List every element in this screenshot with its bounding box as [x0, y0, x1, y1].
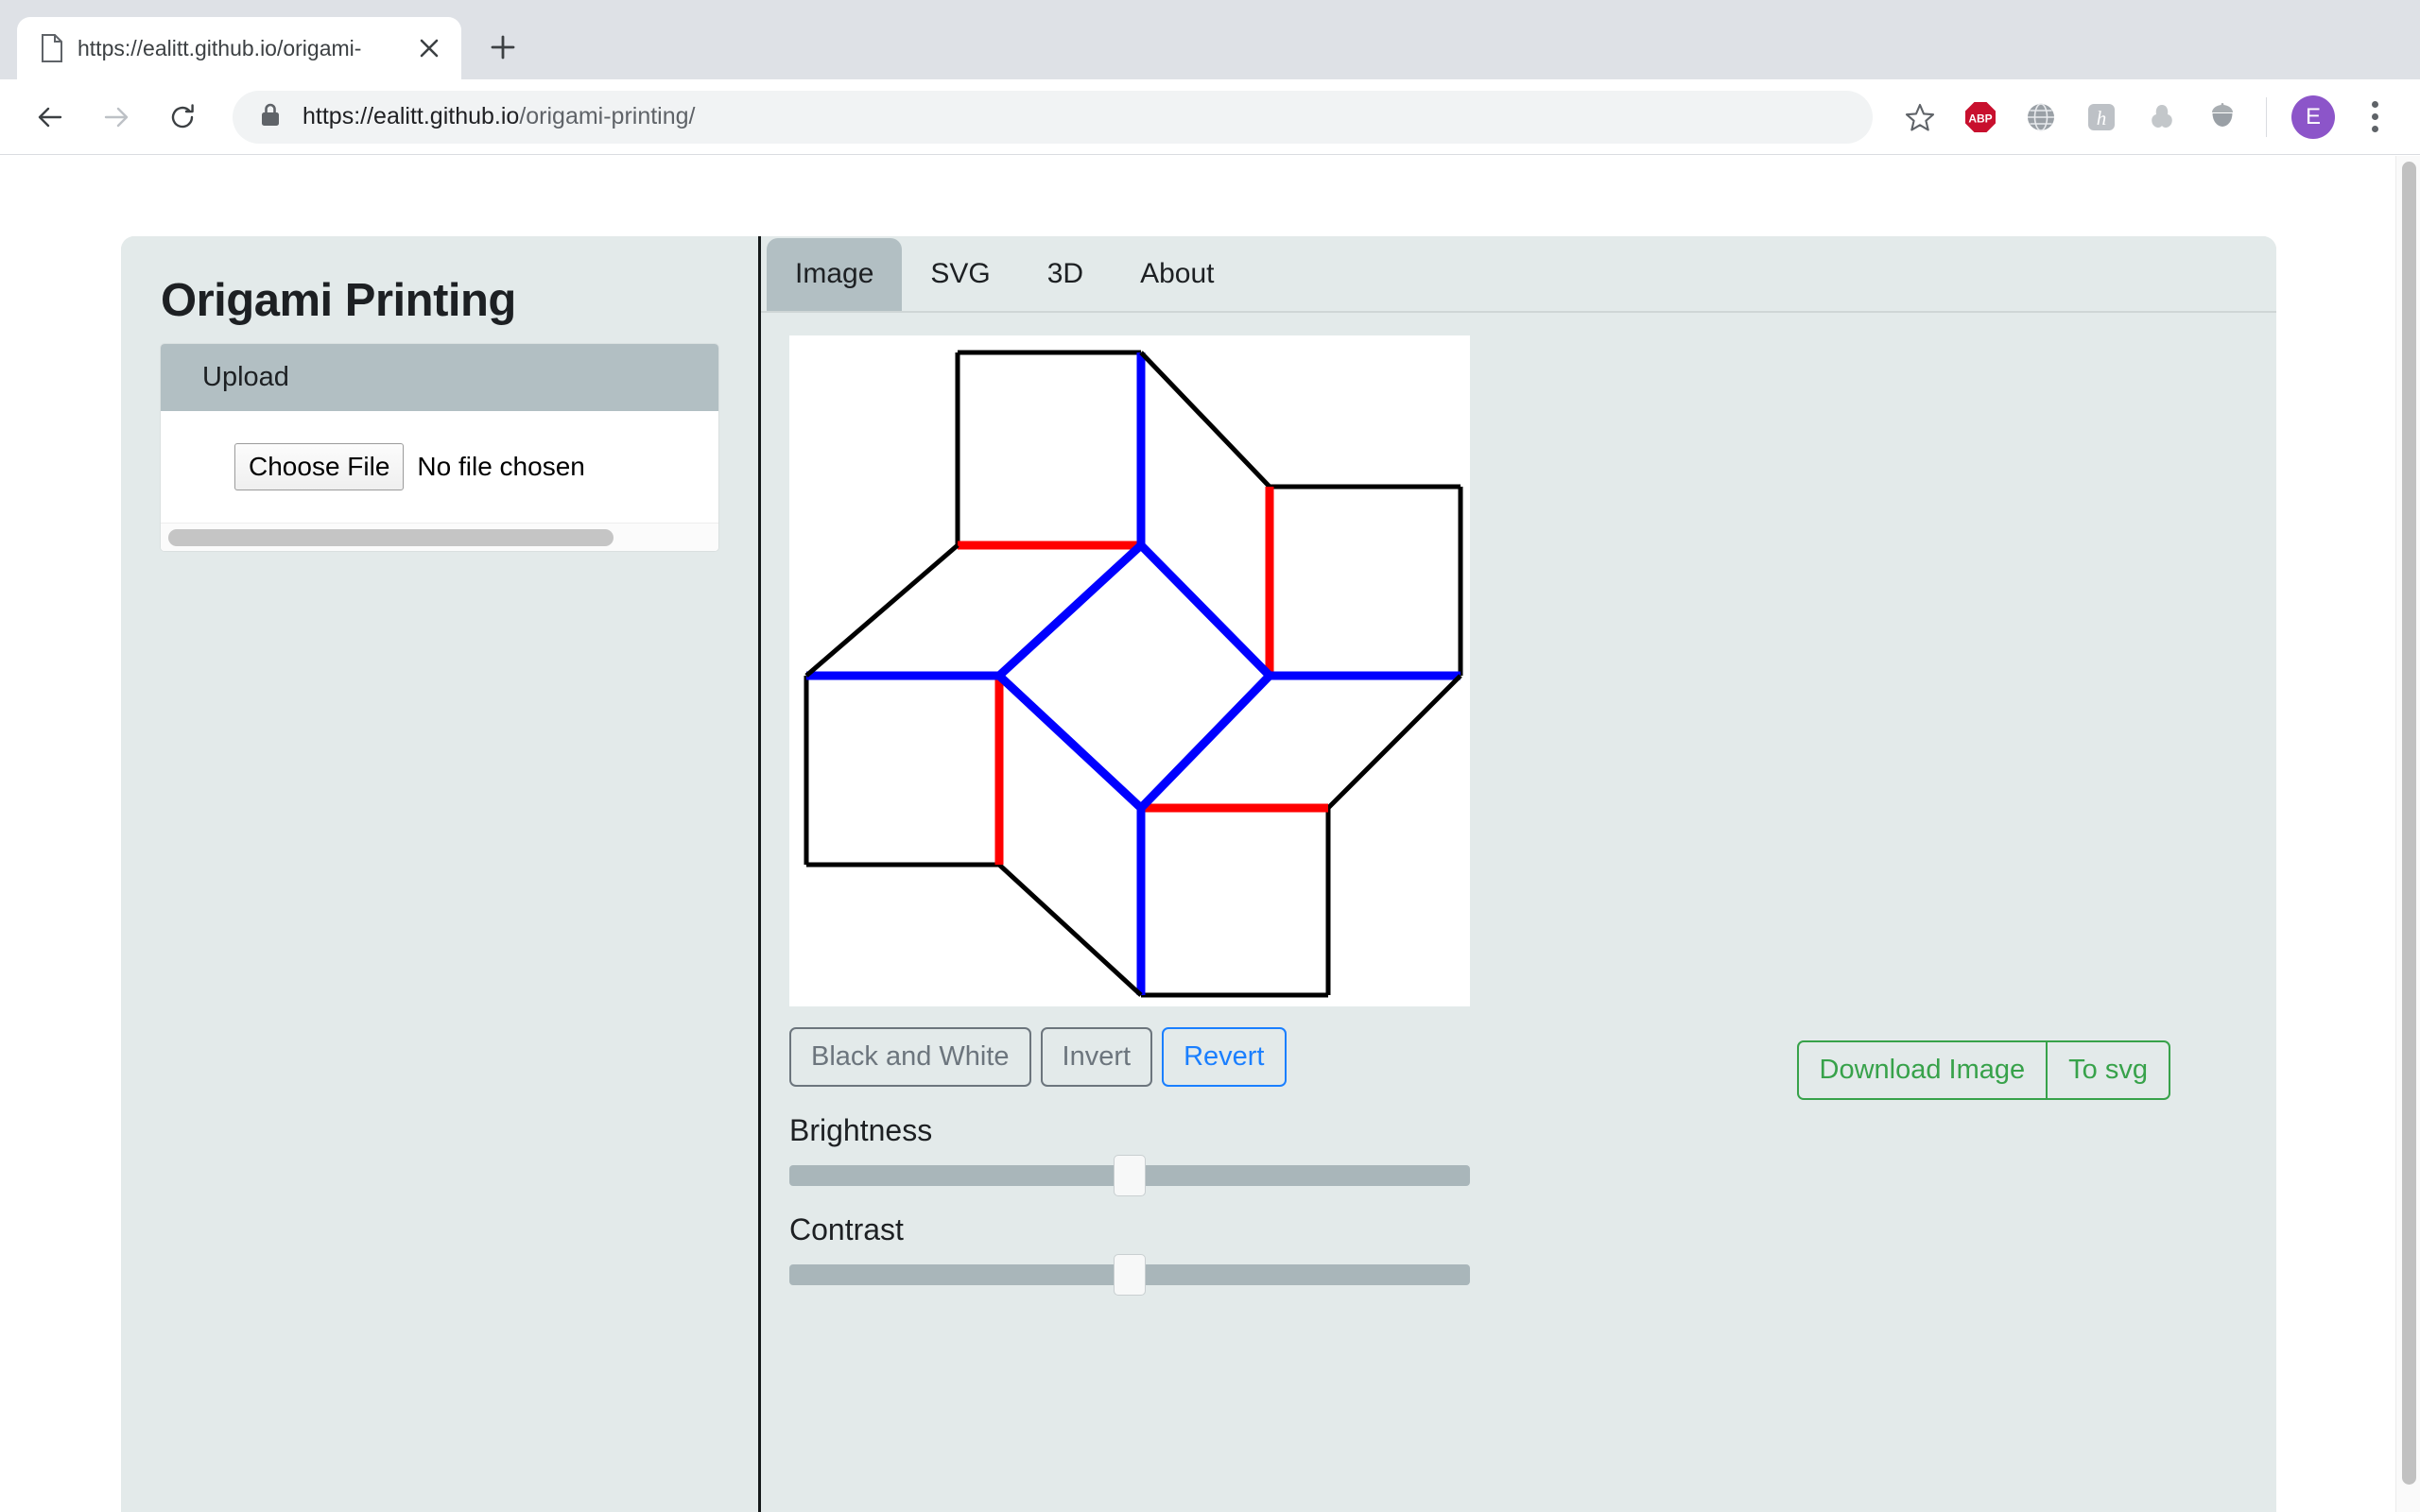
new-tab-button[interactable] — [476, 21, 529, 74]
close-icon[interactable] — [410, 29, 448, 67]
upload-card: Upload Choose File No file chosen — [161, 344, 718, 551]
brightness-label: Brightness — [789, 1113, 933, 1148]
tab-svg[interactable]: SVG — [902, 238, 1018, 311]
revert-button[interactable]: Revert — [1162, 1027, 1287, 1088]
dot — [2371, 126, 2378, 132]
file-input-row: Choose File No file chosen — [234, 443, 718, 490]
black-and-white-button[interactable]: Black and White — [789, 1027, 1031, 1088]
invert-button[interactable]: Invert — [1040, 1027, 1153, 1088]
download-button-group: Download Image To svg — [1796, 1040, 2170, 1101]
brightness-slider-thumb[interactable] — [1114, 1155, 1146, 1197]
svg-text:h: h — [2097, 107, 2107, 129]
lock-icon — [259, 101, 282, 132]
dot — [2371, 113, 2378, 120]
address-bar[interactable]: https://ealitt.github.io/origami-printin… — [233, 90, 1873, 144]
tab-title: https://ealitt.github.io/origami- — [78, 35, 362, 60]
crease-border — [997, 863, 1143, 997]
crease-pattern-svg — [804, 350, 1463, 998]
file-status-label: No file chosen — [417, 452, 585, 481]
crease-valley — [995, 672, 1145, 812]
reload-icon[interactable] — [153, 88, 212, 146]
browser-toolbar: https://ealitt.github.io/origami-printin… — [0, 79, 2420, 155]
contrast-slider[interactable] — [789, 1254, 1470, 1297]
grammarly-icon[interactable] — [2135, 91, 2188, 144]
acorn-icon[interactable] — [2196, 91, 2249, 144]
crease-valley — [1137, 672, 1273, 812]
page-viewport: Origami Printing Upload Choose File No f… — [0, 156, 2420, 1512]
globe-icon[interactable] — [2014, 91, 2067, 144]
crease-border — [1139, 351, 1271, 489]
tab-image[interactable]: Image — [767, 238, 903, 311]
page-scrollbar-thumb[interactable] — [2402, 162, 2416, 1485]
upload-card-body: Choose File No file chosen — [161, 411, 718, 523]
contrast-label: Contrast — [789, 1212, 904, 1247]
image-panel: Black and White Invert Revert Download I… — [761, 313, 2276, 1512]
crease-valley — [1137, 541, 1273, 679]
main-content: Image SVG 3D About Black and White Inver… — [761, 236, 2276, 1512]
scrollbar-thumb[interactable] — [168, 529, 614, 546]
toolbar-divider — [2266, 96, 2267, 137]
contrast-slider-thumb[interactable] — [1114, 1254, 1146, 1297]
crease-pattern-canvas[interactable] — [789, 335, 1470, 1006]
page-scrollbar[interactable] — [2395, 156, 2420, 1512]
dot — [2371, 101, 2378, 108]
svg-text:ABP: ABP — [1968, 112, 1992, 125]
tab-about[interactable]: About — [1112, 238, 1242, 311]
forward-icon[interactable] — [87, 88, 146, 146]
origami-app: Origami Printing Upload Choose File No f… — [121, 236, 2276, 1512]
brightness-slider[interactable] — [789, 1155, 1470, 1197]
download-image-button[interactable]: Download Image — [1796, 1040, 2048, 1101]
tab-3d[interactable]: 3D — [1019, 238, 1112, 311]
browser-menu-icon[interactable] — [2350, 91, 2399, 144]
crease-border — [804, 543, 959, 678]
upload-card-header: Upload — [161, 344, 718, 411]
url-text: https://ealitt.github.io/origami-printin… — [302, 103, 1854, 130]
browser-window: https://ealitt.github.io/origami- https:… — [0, 0, 2420, 1512]
page-icon — [40, 34, 64, 62]
bookmark-star-icon[interactable] — [1893, 91, 1946, 144]
crease-border — [1326, 674, 1462, 810]
main-tabbar: Image SVG 3D About — [761, 236, 2276, 313]
page-title: Origami Printing — [161, 275, 516, 326]
profile-avatar[interactable]: E — [2291, 94, 2335, 139]
back-icon[interactable] — [21, 88, 79, 146]
url-origin: https://ealitt.github.io — [302, 103, 520, 129]
crease-valley — [995, 541, 1145, 679]
honey-icon[interactable]: h — [2075, 91, 2128, 144]
url-path: /origami-printing/ — [519, 103, 696, 129]
to-svg-button[interactable]: To svg — [2047, 1040, 2170, 1101]
browser-tabstrip: https://ealitt.github.io/origami- — [0, 0, 2420, 79]
choose-file-button[interactable]: Choose File — [234, 443, 405, 490]
upload-card-scrollbar[interactable] — [161, 523, 718, 551]
browser-tab[interactable]: https://ealitt.github.io/origami- — [17, 17, 461, 79]
adblock-plus-icon[interactable]: ABP — [1954, 91, 2007, 144]
sidebar: Origami Printing Upload Choose File No f… — [121, 236, 761, 1512]
